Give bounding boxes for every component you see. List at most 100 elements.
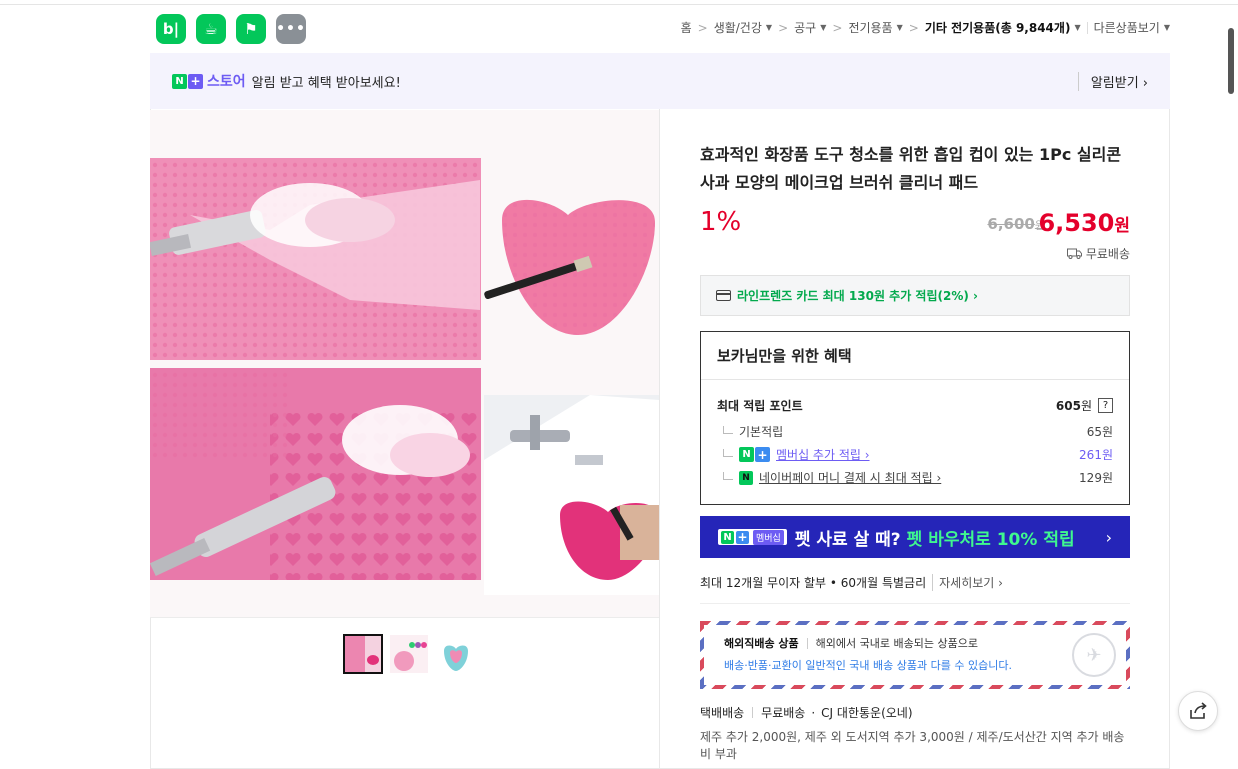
product-main-image[interactable] [150,110,659,618]
page-scrollbar[interactable] [1228,28,1234,94]
card-benefit-box[interactable]: 라인프렌즈 카드 최대 130원 추가 적립(2%) › [700,275,1130,316]
naver-n-icon: N [172,73,187,89]
caret-down-icon: ▼ [896,23,903,32]
delivery-carrier: CJ 대한통운(오네) [821,706,913,720]
truck-icon [1066,248,1082,259]
basic-points-row: 기본적립 65원 [717,423,1113,440]
other-products-dropdown[interactable]: 다른상품보기 ▼ [1094,19,1170,36]
breadcrumb-level1[interactable]: 생활/건강 ▼ [714,19,772,36]
naver-n-icon: N [739,447,754,462]
breadcrumb-current-label: 기타 전기용품 [924,21,996,35]
npay-points-value: 129원 [1079,471,1113,485]
installment-text: 최대 12개월 무이자 할부 • 60개월 특별금리 [700,576,927,590]
store-alarm-banner: N + 스토어 알림 받고 혜택 받아보세요! 알림받기 › [150,53,1170,109]
npay-points-link[interactable]: 네이버페이 머니 결제 시 최대 적립 › [759,469,941,486]
original-price: 6,600원 [987,215,1045,233]
overseas-desc: 해외에서 국내로 배송되는 상품으로 [815,637,978,650]
naver-n-icon: N [721,530,734,544]
alarm-button[interactable]: 알림받기 › [1077,71,1148,91]
breadcrumb-level2-label: 공구 [794,21,817,35]
original-price-value: 6,600 [987,215,1035,233]
blog-icon[interactable]: b| [156,14,186,44]
plus-icon: + [188,73,203,89]
membership-points-value: 261원 [1079,448,1113,462]
overseas-notice-body: 해외직배송 상품 해외에서 국내로 배송되는 상품으로 배송·반품·교환이 일반… [704,625,1126,685]
tree-line-icon [723,448,733,457]
cafe-icon[interactable]: ☕ [196,14,226,44]
thumbnail-1-image [345,636,381,672]
delivery-fee: 무료배송 [761,706,806,720]
other-products-label: 다른상품보기 [1093,21,1160,35]
membership-badge: N + 멤버십 [718,529,787,545]
max-points-value: 605 [1055,399,1081,413]
divider [752,707,754,718]
credit-card-icon [716,290,731,301]
benefit-box: 보카님만을 위한 혜택 최대 적립 포인트 605원 ? 기본적립 65원 N … [700,331,1130,505]
membership-label: 멤버십 [753,529,784,545]
tree-line-icon [723,471,733,480]
help-icon[interactable]: ? [1098,398,1113,413]
product-title: 효과적인 화장품 도구 청소를 위한 흡입 컵이 있는 1Pc 실리콘 사과 모… [700,145,1122,192]
overseas-label: 해외직배송 상품 [724,637,799,650]
breadcrumb-level2[interactable]: 공구 ▼ [794,19,826,36]
installment-info: 최대 12개월 무이자 할부 • 60개월 특별금리 자세히보기 › [700,574,1130,604]
breadcrumb: 홈 > 생활/건강 ▼ > 공구 ▼ > 전기용품 ▼ > 기타 전기용품 (총 9,8… [681,19,1170,36]
breadcrumb-separator: > [778,20,789,35]
max-points-label: 최대 적립 포인트 [717,399,803,413]
shipping-label: 무료배송 [1085,247,1130,261]
sale-price-unit: 원 [1114,216,1130,236]
thumbnail-3[interactable] [435,634,475,674]
max-points-row: 최대 적립 포인트 605원 ? [717,397,1113,414]
clip-icon[interactable]: ⚑ [236,14,266,44]
naver-plus-icon: N + [739,447,770,462]
discount-rate: 1% [700,207,742,237]
thumbnail-1[interactable] [343,634,383,674]
sale-price-value: 6,530 [1038,209,1115,237]
delivery-info: 택배배송 무료배송 · CJ 대한통운(오네) 제주 추가 2,000원, 제주… [700,704,1130,763]
pet-voucher-promo[interactable]: N + 멤버십 펫 사료 살 때? 펫 바우처로 10% 적립 › [700,516,1130,558]
divider [806,637,808,649]
membership-points-link[interactable]: 멤버십 추가 적립 › [776,446,870,463]
share-icon [1190,702,1207,719]
shipping-info: 무료배송 [1066,245,1130,262]
product-image-illustration [150,110,659,617]
promo-text: 펫 사료 살 때? [794,529,901,550]
caret-down-icon: ▼ [1163,23,1170,32]
breadcrumb-level3[interactable]: 전기용품 ▼ [848,19,902,36]
max-points-unit: 원 [1080,399,1092,413]
basic-points-value: 65원 [1086,425,1113,439]
chevron-right-icon: › [1105,527,1112,547]
basic-points-label: 기본적립 [739,425,784,439]
breadcrumb-home[interactable]: 홈 [681,19,692,36]
membership-points-row: N + 멤버십 추가 적립 › 261원 [717,446,1113,463]
overseas-notice-line1: 해외직배송 상품 해외에서 국내로 배송되는 상품으로 [724,635,1106,651]
sale-price: 6,530원 [1038,209,1130,237]
breadcrumb-current[interactable]: 기타 전기용품 (총 9,844개) ▼ [925,19,1081,36]
divider [1086,21,1088,34]
caret-down-icon: ▼ [820,23,827,32]
tree-line-icon [723,425,733,434]
bullet-separator: · [811,705,816,720]
top-divider [0,0,1238,5]
naverpay-icon: N [739,470,753,485]
breadcrumb-separator: > [908,20,919,35]
airplane-stamp-icon: ✈ [1072,633,1116,677]
naver-plus-logo: N + [172,73,203,89]
plus-icon: + [736,530,749,544]
thumbnail-3-image [436,635,474,673]
breadcrumb-separator: > [832,20,843,35]
share-button[interactable] [1178,691,1218,731]
promo-highlight: 펫 바우처로 10% 적립 [906,529,1075,550]
breadcrumb-level1-label: 생활/건강 [713,21,762,35]
store-name: 스토어 [207,74,246,90]
breadcrumb-separator: > [697,20,708,35]
caret-down-icon: ▼ [765,23,773,32]
installment-details-link[interactable]: 자세히보기 › [932,574,1003,591]
more-apps-icon[interactable]: ••• [276,14,306,44]
delivery-method-row: 택배배송 무료배송 · CJ 대한통운(오네) [700,704,1130,721]
thumbnail-2-image [390,635,428,673]
app-icons: b| ☕ ⚑ ••• [156,14,306,44]
thumbnail-2[interactable] [389,634,429,674]
card-benefit-text: 라인프렌즈 카드 최대 130원 추가 적립(2%) › [737,289,978,303]
breadcrumb-count: (총 9,844개) [995,21,1071,35]
